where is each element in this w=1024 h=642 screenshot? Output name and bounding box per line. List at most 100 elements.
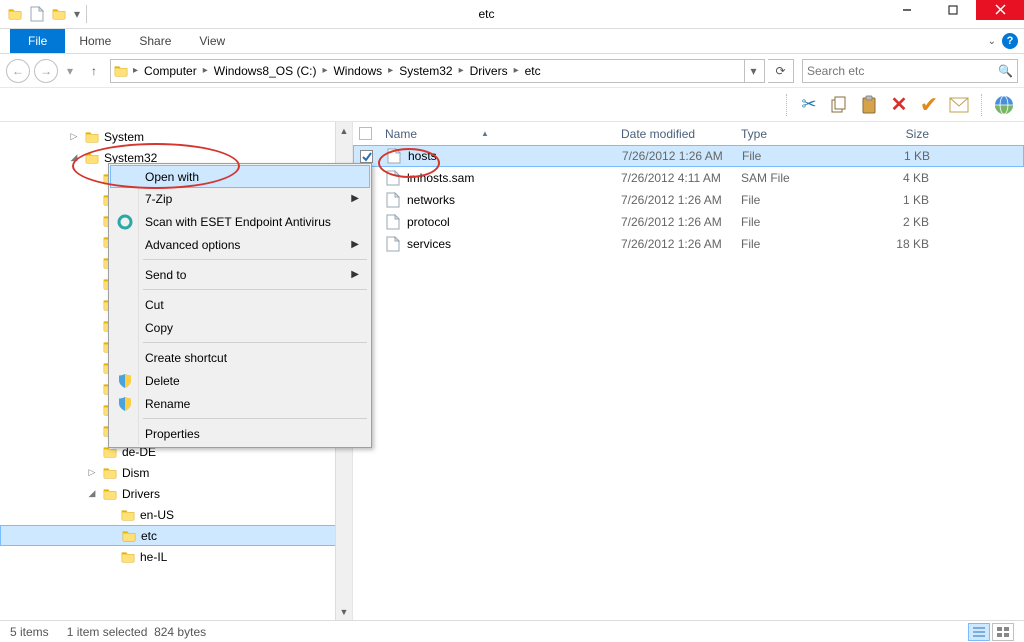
nav-bar: ← → ▾ ↑ ▸ Computer▸ Windows8_OS (C:)▸ Wi… — [0, 54, 1024, 88]
breadcrumb-segment[interactable]: Windows — [329, 64, 386, 78]
refresh-button[interactable]: ⟳ — [768, 59, 794, 83]
file-type: File — [735, 215, 853, 229]
tree-item-label: en-US — [140, 508, 174, 522]
column-headers[interactable]: Name▲ Date modified Type Size — [353, 122, 1024, 146]
search-box[interactable]: 🔍 — [802, 59, 1018, 83]
tree-item[interactable]: ▷Dism — [0, 462, 352, 483]
forward-button[interactable]: → — [34, 59, 58, 83]
paste-icon[interactable] — [857, 93, 881, 117]
file-row[interactable]: hosts7/26/2012 1:26 AMFile1 KB — [353, 145, 1024, 167]
folder-icon — [113, 64, 129, 78]
chevron-right-icon[interactable]: ▸ — [386, 65, 395, 76]
close-button[interactable] — [976, 0, 1024, 20]
column-header-date[interactable]: Date modified — [615, 127, 735, 141]
column-header-name[interactable]: Name▲ — [379, 127, 615, 141]
file-type: File — [735, 237, 853, 251]
help-icon[interactable]: ? — [1002, 33, 1018, 49]
tree-item-label: Drivers — [122, 487, 160, 501]
expand-icon[interactable]: ◢ — [86, 488, 98, 499]
qat-drop[interactable]: ▾ — [70, 3, 84, 25]
minimize-button[interactable] — [884, 0, 930, 20]
tree-item[interactable]: etc — [0, 525, 352, 546]
scroll-down-button[interactable]: ▼ — [336, 603, 352, 620]
breadcrumb-segment[interactable]: Drivers — [466, 64, 512, 78]
folder-icon — [84, 130, 100, 144]
file-row[interactable]: services7/26/2012 1:26 AMFile18 KB — [353, 233, 1024, 255]
tree-item[interactable]: he-IL — [0, 546, 352, 567]
qat-new-doc[interactable] — [26, 3, 48, 25]
context-menu-item[interactable]: Delete — [111, 369, 369, 392]
recent-locations-button[interactable]: ▾ — [62, 59, 78, 83]
file-list[interactable]: Name▲ Date modified Type Size hosts7/26/… — [353, 122, 1024, 620]
context-menu-item[interactable]: Copy — [111, 316, 369, 339]
file-row[interactable]: networks7/26/2012 1:26 AMFile1 KB — [353, 189, 1024, 211]
address-bar[interactable]: ▸ Computer▸ Windows8_OS (C:)▸ Windows▸ S… — [110, 59, 765, 83]
column-header-checkbox[interactable] — [353, 127, 379, 140]
details-view-button[interactable] — [968, 623, 990, 641]
check-icon[interactable]: ✔ — [917, 93, 941, 117]
context-menu-item[interactable]: Open with — [110, 165, 370, 188]
context-menu-item[interactable]: Rename — [111, 392, 369, 415]
expand-ribbon-icon[interactable]: ⌄ — [988, 36, 996, 47]
tree-item[interactable]: en-US — [0, 504, 352, 525]
tree-item-label: he-IL — [140, 550, 167, 564]
qat-folder-2[interactable] — [48, 3, 70, 25]
file-tab[interactable]: File — [10, 29, 65, 53]
context-menu[interactable]: Open with7-Zip▶Scan with ESET Endpoint A… — [108, 163, 372, 448]
scroll-up-button[interactable]: ▲ — [336, 122, 352, 139]
column-header-size[interactable]: Size — [853, 127, 953, 141]
file-size: 1 KB — [854, 149, 954, 163]
context-menu-item[interactable]: 7-Zip▶ — [111, 187, 369, 210]
context-menu-item[interactable]: Scan with ESET Endpoint Antivirus — [111, 210, 369, 233]
breadcrumb-segment[interactable]: System32 — [395, 64, 456, 78]
title-bar: ▾ etc — [0, 0, 1024, 29]
chevron-right-icon[interactable]: ▸ — [457, 65, 466, 76]
context-menu-separator — [143, 418, 367, 419]
chevron-right-icon[interactable]: ▸ — [512, 65, 521, 76]
shield-icon — [117, 396, 133, 412]
tree-item-label: etc — [141, 529, 157, 543]
expand-icon[interactable]: ▷ — [86, 467, 98, 478]
ribbon-tab-home[interactable]: Home — [65, 29, 125, 53]
copy-icon[interactable] — [827, 93, 851, 117]
breadcrumb-segment[interactable]: etc — [521, 64, 545, 78]
breadcrumb-segment[interactable]: Windows8_OS (C:) — [210, 64, 321, 78]
file-date: 7/26/2012 4:11 AM — [615, 171, 735, 185]
tree-item[interactable]: ◢ Drivers — [0, 483, 352, 504]
chevron-right-icon[interactable]: ▸ — [131, 65, 140, 76]
context-menu-item[interactable]: Cut — [111, 293, 369, 316]
file-type: SAM File — [735, 171, 853, 185]
tree-item[interactable]: ▷System — [0, 126, 352, 147]
delete-icon[interactable]: ✕ — [887, 93, 911, 117]
breadcrumb-segment[interactable]: Computer — [140, 64, 201, 78]
window-controls — [884, 0, 1024, 20]
qat-folder-1[interactable] — [4, 3, 26, 25]
chevron-right-icon[interactable]: ▸ — [320, 65, 329, 76]
search-icon[interactable]: 🔍 — [998, 64, 1013, 78]
globe-icon[interactable] — [992, 93, 1016, 117]
ribbon-tab-share[interactable]: Share — [125, 29, 185, 53]
chevron-right-icon[interactable]: ▸ — [201, 65, 210, 76]
maximize-button[interactable] — [930, 0, 976, 20]
search-input[interactable] — [807, 64, 998, 78]
file-date: 7/26/2012 1:26 AM — [615, 193, 735, 207]
file-row[interactable]: protocol7/26/2012 1:26 AMFile2 KB — [353, 211, 1024, 233]
context-menu-item[interactable]: Create shortcut — [111, 346, 369, 369]
expand-icon[interactable]: ◢ — [68, 152, 80, 163]
context-menu-item[interactable]: Send to▶ — [111, 263, 369, 286]
file-row[interactable]: lmhosts.sam7/26/2012 4:11 AMSAM File4 KB — [353, 167, 1024, 189]
file-checkbox[interactable] — [354, 150, 380, 163]
mail-icon[interactable] — [947, 93, 971, 117]
cut-icon[interactable]: ✂ — [797, 93, 821, 117]
thumbnails-view-button[interactable] — [992, 623, 1014, 641]
context-menu-label: 7-Zip — [145, 192, 172, 206]
address-dropdown-button[interactable]: ▾ — [744, 60, 762, 82]
expand-icon[interactable]: ▷ — [68, 131, 80, 142]
context-menu-item[interactable]: Properties — [111, 422, 369, 445]
back-button[interactable]: ← — [6, 59, 30, 83]
ribbon-tab-view[interactable]: View — [185, 29, 239, 53]
file-name: services — [379, 236, 615, 252]
column-header-type[interactable]: Type — [735, 127, 853, 141]
context-menu-item[interactable]: Advanced options▶ — [111, 233, 369, 256]
up-button[interactable]: ↑ — [82, 59, 106, 83]
